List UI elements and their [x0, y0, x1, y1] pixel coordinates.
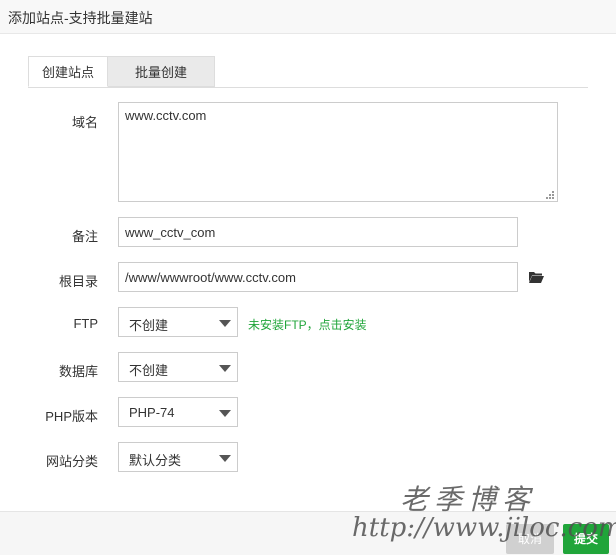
caret-down-icon [219, 410, 231, 417]
category-select[interactable]: 默认分类 [118, 442, 238, 472]
caret-down-icon [219, 320, 231, 327]
ftp-select-value: 不创建 [129, 318, 169, 333]
category-select-value: 默认分类 [129, 453, 182, 468]
ftp-label: FTP [73, 316, 98, 331]
remark-input[interactable] [118, 217, 518, 247]
caret-down-icon [219, 365, 231, 372]
php-version-select[interactable]: PHP-74 [118, 397, 238, 427]
php-version-label: PHP版本 [45, 409, 98, 424]
tab-batch-create[interactable]: 批量创建 [108, 56, 215, 87]
remark-label: 备注 [71, 229, 98, 244]
caret-down-icon [219, 455, 231, 462]
dialog-footer: 取消 提交 [0, 511, 616, 555]
ftp-select[interactable]: 不创建 [118, 307, 238, 337]
dialog-title: 添加站点-支持批量建站 [8, 10, 153, 26]
root-dir-label: 根目录 [58, 274, 98, 289]
ftp-install-link[interactable]: 未安装FTP，点击安装 [248, 316, 367, 333]
database-label: 数据库 [58, 364, 98, 379]
submit-button[interactable]: 提交 [563, 524, 609, 554]
tab-bar: 创建站点 批量创建 [28, 56, 588, 88]
category-label: 网站分类 [45, 454, 98, 469]
database-select[interactable]: 不创建 [118, 352, 238, 382]
folder-open-icon[interactable] [528, 270, 544, 284]
database-select-value: 不创建 [129, 363, 169, 378]
dialog-titlebar: 添加站点-支持批量建站 [0, 0, 616, 34]
cancel-button[interactable]: 取消 [506, 524, 554, 554]
php-version-select-value: PHP-74 [129, 405, 175, 420]
tab-create-site[interactable]: 创建站点 [28, 56, 108, 87]
domain-label: 域名 [71, 115, 98, 130]
domain-textarea[interactable]: www.cctv.com [118, 102, 558, 202]
resize-grip-icon[interactable] [545, 190, 555, 200]
root-dir-input[interactable] [118, 262, 518, 292]
